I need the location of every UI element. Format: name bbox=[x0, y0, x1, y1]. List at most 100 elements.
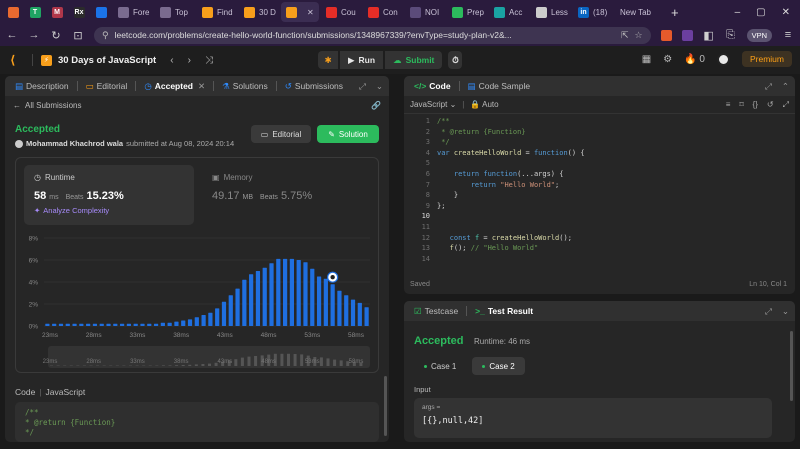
case-2-tab[interactable]: Case 2 bbox=[472, 357, 525, 375]
close-window-icon[interactable]: ✕ bbox=[782, 7, 790, 18]
fullscreen-icon[interactable]: ⤢ bbox=[783, 100, 789, 110]
browser-tab[interactable]: Rx bbox=[69, 2, 89, 22]
language-select[interactable]: JavaScript ⌄ bbox=[410, 100, 456, 109]
editorial-button[interactable]: ▭ Editorial bbox=[251, 125, 311, 143]
maximize-icon[interactable]: ▢ bbox=[756, 7, 765, 18]
study-plan-title[interactable]: 30 Days of JavaScript bbox=[58, 55, 156, 66]
case-1-tab[interactable]: Case 1 bbox=[414, 357, 466, 375]
menu-icon[interactable]: ≡ bbox=[782, 29, 794, 41]
tab-submissions[interactable]: ↺ Submissions bbox=[281, 81, 347, 92]
author-avatar[interactable] bbox=[15, 139, 23, 148]
browser-tab[interactable]: Acc bbox=[489, 2, 529, 22]
shuffle-icon[interactable]: ⤨ bbox=[205, 55, 213, 66]
tab-editorial[interactable]: ▭ Editorial bbox=[82, 81, 132, 92]
back-icon[interactable]: ← bbox=[6, 29, 18, 41]
user-avatar[interactable] bbox=[716, 52, 730, 66]
site-info-icon[interactable]: ⚲ bbox=[102, 30, 109, 41]
all-submissions-link[interactable]: ← All Submissions 🔗 bbox=[5, 96, 389, 114]
braces-icon[interactable]: {} bbox=[753, 100, 758, 110]
layout-icon[interactable]: ▦ bbox=[642, 54, 651, 65]
distribution-bar bbox=[242, 279, 247, 326]
code-token: "Hello World" bbox=[500, 180, 556, 189]
bookmark-icon[interactable]: ⌑ bbox=[739, 100, 743, 110]
url-field[interactable]: ⚲ leetcode.com/problems/create-hello-wor… bbox=[94, 26, 651, 44]
solution-button[interactable]: ✎ Solution bbox=[317, 125, 379, 143]
tab-code-sample[interactable]: ▤ Code Sample bbox=[464, 81, 535, 92]
expand-icon[interactable]: ⤢ bbox=[765, 81, 772, 92]
y-tick-label: 2% bbox=[29, 302, 39, 309]
browser-tab[interactable]: Cou bbox=[321, 2, 361, 22]
browser-tab[interactable]: Prep bbox=[447, 2, 487, 22]
close-tab-icon[interactable]: ✕ bbox=[307, 8, 314, 17]
distribution-bar bbox=[235, 288, 240, 326]
bookmark-icon[interactable]: ⊡ bbox=[72, 29, 84, 42]
close-tab-icon[interactable]: ✕ bbox=[198, 81, 205, 92]
browser-tab[interactable] bbox=[3, 2, 23, 22]
share-icon[interactable]: ⇱ bbox=[621, 30, 629, 41]
browser-tab[interactable]: Top bbox=[155, 2, 195, 22]
downloads-icon[interactable]: ⎘ bbox=[725, 29, 737, 42]
extension-icon[interactable] bbox=[681, 29, 693, 41]
browser-tab[interactable]: ✕ bbox=[281, 2, 319, 22]
debug-icon[interactable]: ✱ bbox=[318, 51, 338, 69]
forward-icon[interactable]: → bbox=[28, 29, 40, 41]
notification-count: 0 bbox=[699, 53, 705, 65]
runtime-distribution-chart[interactable]: 0% 2% 4% 6% 8% 23ms 28ms 33ms 38ms 43ms 48ms 53ms 58… bbox=[16, 230, 378, 372]
tab-code[interactable]: </> Code bbox=[410, 81, 455, 91]
vpn-button[interactable]: VPN bbox=[746, 28, 772, 42]
browser-tab[interactable]: Find bbox=[197, 2, 237, 22]
tab-accepted[interactable]: ◷ Accepted ✕ bbox=[140, 81, 209, 92]
browser-tab[interactable]: T bbox=[25, 2, 45, 22]
reset-icon[interactable]: ↺ bbox=[767, 100, 774, 110]
format-icon[interactable]: ≡ bbox=[726, 100, 731, 110]
minimize-icon[interactable]: – bbox=[735, 7, 741, 18]
author-line: Mohammad Khachrod wala submitted at Aug … bbox=[15, 139, 234, 148]
submit-button[interactable]: ☁ Submit bbox=[385, 51, 443, 69]
expand-icon[interactable]: ⤢ bbox=[359, 81, 366, 92]
browser-tab[interactable] bbox=[91, 2, 111, 22]
tab-solutions[interactable]: ⚗ Solutions bbox=[218, 81, 272, 92]
reload-icon[interactable]: ↻ bbox=[50, 29, 62, 42]
chevron-up-icon[interactable]: ⌃ bbox=[782, 81, 789, 92]
browser-tab[interactable]: Less bbox=[531, 2, 571, 22]
chevron-down-icon[interactable]: ⌄ bbox=[376, 81, 383, 92]
link-icon[interactable]: 🔗 bbox=[371, 101, 381, 110]
browser-tab[interactable]: in (18) bbox=[573, 2, 613, 22]
prev-problem-icon[interactable]: ‹ bbox=[170, 55, 173, 66]
browser-tab[interactable]: NOI bbox=[405, 2, 445, 22]
chevron-down-icon[interactable]: ⌄ bbox=[782, 306, 789, 317]
tab-test-result[interactable]: >_ Test Result bbox=[471, 306, 537, 316]
scrollbar[interactable] bbox=[790, 331, 793, 401]
notifications[interactable]: 🔥 0 bbox=[684, 54, 705, 65]
timer-icon[interactable]: ⏱ bbox=[448, 51, 463, 69]
expand-icon[interactable]: ⤢ bbox=[765, 306, 772, 317]
analyze-complexity-link[interactable]: ✦ Analyze Complexity bbox=[34, 206, 184, 215]
study-plan-icon: ⚡ bbox=[41, 54, 52, 66]
tab-description[interactable]: ▤ Description bbox=[11, 81, 73, 92]
next-problem-icon[interactable]: › bbox=[188, 55, 191, 66]
browser-tab[interactable]: M bbox=[47, 2, 67, 22]
bookmark-star-icon[interactable]: ☆ bbox=[635, 30, 643, 41]
tab-testcase[interactable]: ☑ Testcase bbox=[410, 306, 462, 317]
memory-card[interactable]: ▣ Memory 49.17 MB Beats 5.75% bbox=[202, 165, 372, 225]
settings-icon[interactable]: ⚙ bbox=[663, 54, 672, 65]
browser-tab[interactable]: Fore bbox=[113, 2, 153, 22]
new-tab-icon[interactable]: + bbox=[671, 5, 679, 20]
sidebar-toggle-icon[interactable]: ◧ bbox=[703, 29, 715, 42]
input-value[interactable]: [{},null,42] bbox=[422, 416, 764, 426]
distribution-bar bbox=[133, 323, 138, 326]
editor-tabs: </> Code ▤ Code Sample ⤢ ⌃ bbox=[404, 76, 795, 96]
author-name[interactable]: Mohammad Khachrod wala bbox=[26, 139, 123, 148]
browser-tab[interactable]: New Tab bbox=[615, 2, 663, 22]
premium-button[interactable]: Premium bbox=[741, 51, 792, 67]
runtime-card[interactable]: ◷ Runtime 58 ms Beats 15.23% ✦ Analyze Com… bbox=[24, 165, 194, 225]
auto-mode-toggle[interactable]: 🔒 Auto bbox=[470, 100, 498, 109]
brave-shield-icon[interactable] bbox=[660, 29, 672, 41]
browser-tab[interactable]: 30 D bbox=[239, 2, 279, 22]
distribution-bar bbox=[364, 307, 369, 326]
code-editor[interactable]: 1/** 2 * @return {Function} 3 */4 var creat… bbox=[404, 116, 795, 274]
run-button[interactable]: ▶ Run bbox=[340, 51, 384, 69]
scrollbar[interactable] bbox=[384, 376, 387, 436]
leetcode-logo-icon[interactable]: ⟨ bbox=[10, 53, 24, 67]
browser-tab[interactable]: Con bbox=[363, 2, 403, 22]
